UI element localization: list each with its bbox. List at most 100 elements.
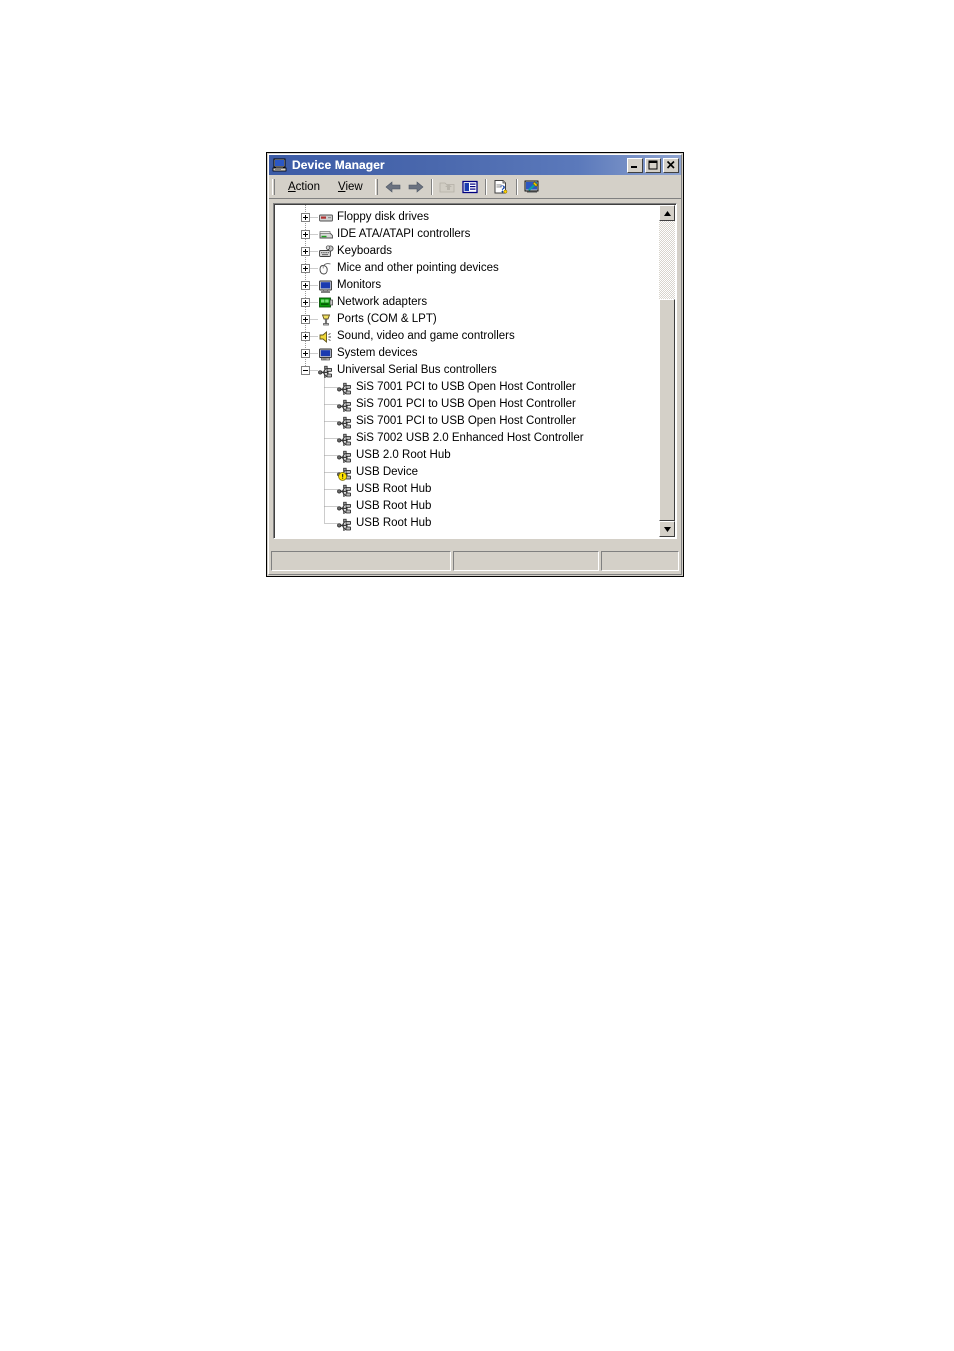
scrollbar-track[interactable] [659,221,675,521]
properties-icon[interactable] [459,176,482,198]
tree-expander-expanded[interactable] [301,366,310,375]
status-pane-2 [453,551,599,571]
tree-expander-collapsed[interactable] [301,349,310,358]
tree-expander-collapsed[interactable] [301,230,310,239]
tree-row[interactable]: SiS 7001 PCI to USB Open Host Controller [275,396,659,413]
status-pane-3 [601,551,679,571]
tree-row[interactable]: Monitors [275,277,659,294]
toolbar-grip[interactable] [374,178,378,195]
usb-warning-icon [337,465,353,481]
close-button[interactable] [663,157,679,173]
usb-icon [337,397,353,413]
ide-controller-icon [318,227,334,243]
toolbar-separator-3 [515,178,518,195]
tree-expander-collapsed[interactable] [301,332,310,341]
tree-row[interactable]: USB Root Hub [275,498,659,515]
tree-vertical-scrollbar[interactable] [659,205,675,537]
tree-item-label: Keyboards [337,245,392,257]
back-icon[interactable] [382,176,405,198]
menu-action[interactable]: Action [279,179,329,195]
device-tree[interactable]: Floppy disk drives IDE ATA/ATAPI controll… [275,205,659,537]
tree-item-label: USB 2.0 Root Hub [356,449,451,461]
computer-icon [272,157,288,173]
floppy-disk-icon [318,210,334,226]
port-icon [318,312,334,328]
usb-icon [337,499,353,515]
tree-row[interactable]: Keyboards [275,243,659,260]
tree-row[interactable]: Network adapters [275,294,659,311]
tree-expander-collapsed[interactable] [301,213,310,222]
network-adapter-icon [318,295,334,311]
tree-expander-collapsed[interactable] [301,247,310,256]
tree-row[interactable]: Universal Serial Bus controllers [275,362,659,379]
menu-action-label: ction [295,180,320,193]
tree-row[interactable]: IDE ATA/ATAPI controllers [275,226,659,243]
tree-expander-collapsed[interactable] [301,298,310,307]
tree-row[interactable]: Ports (COM & LPT) [275,311,659,328]
tree-item-label: Network adapters [337,296,428,308]
up-one-level-icon[interactable] [436,176,459,198]
tree-expander-collapsed[interactable] [301,281,310,290]
tree-expander-collapsed[interactable] [301,315,310,324]
tree-row[interactable]: Floppy disk drives [275,209,659,226]
toolbar-separator-1 [430,178,433,195]
maximize-button[interactable] [645,157,661,173]
tree-row[interactable]: Sound, video and game controllers [275,328,659,345]
tree-row[interactable]: USB Root Hub [275,515,659,532]
tree-item-label: Sound, video and game controllers [337,330,515,342]
menu-view[interactable]: View [329,179,372,195]
toolbar-separator-2 [484,178,487,195]
forward-icon[interactable] [405,176,428,198]
scroll-up-icon[interactable] [659,205,675,221]
tree-row[interactable]: USB Root Hub [275,481,659,498]
tree-item-label: Floppy disk drives [337,211,430,223]
tree-row[interactable]: USB Device [275,464,659,481]
scrollbar-thumb[interactable] [659,299,675,521]
device-tree-pane: Floppy disk drives IDE ATA/ATAPI controll… [273,203,677,539]
tree-row[interactable]: SiS 7002 USB 2.0 Enhanced Host Controlle… [275,430,659,447]
keyboard-icon [318,244,334,260]
title-bar[interactable]: Device Manager [269,155,681,175]
help-icon[interactable]: ? [490,176,513,198]
window-title: Device Manager [292,158,385,172]
tree-row[interactable]: SiS 7001 PCI to USB Open Host Controller [275,413,659,430]
monitor-icon [318,278,334,294]
window-controls [627,157,679,173]
tree-row[interactable]: SiS 7001 PCI to USB Open Host Controller [275,379,659,396]
scan-for-hardware-changes-icon[interactable] [521,176,544,198]
status-bar [271,551,679,571]
system-device-icon [318,346,334,362]
tree-item-label: Mice and other pointing devices [337,262,499,274]
tree-row[interactable]: USB 2.0 Root Hub [275,447,659,464]
tree-item-label: Monitors [337,279,382,291]
mouse-icon [318,261,334,277]
tree-item-label: Universal Serial Bus controllers [337,364,497,376]
usb-icon [337,431,353,447]
tree-row[interactable]: Mice and other pointing devices [275,260,659,277]
tree-item-label: USB Root Hub [356,483,432,495]
tree-item-label: System devices [337,347,418,359]
scroll-down-icon[interactable] [659,521,675,537]
menu-grip[interactable] [272,178,275,195]
usb-icon [318,363,334,379]
minimize-button[interactable] [627,157,643,173]
tree-item-label: SiS 7001 PCI to USB Open Host Controller [356,398,576,410]
menu-view-label: iew [345,180,363,193]
usb-icon [337,482,353,498]
usb-icon [337,414,353,430]
tree-row[interactable]: System devices [275,345,659,362]
tree-item-label: SiS 7001 PCI to USB Open Host Controller [356,415,576,427]
tree-item-label: USB Root Hub [356,517,432,529]
usb-icon [337,516,353,532]
tree-expander-collapsed[interactable] [301,264,310,273]
tree-item-label: SiS 7001 PCI to USB Open Host Controller [356,381,576,393]
